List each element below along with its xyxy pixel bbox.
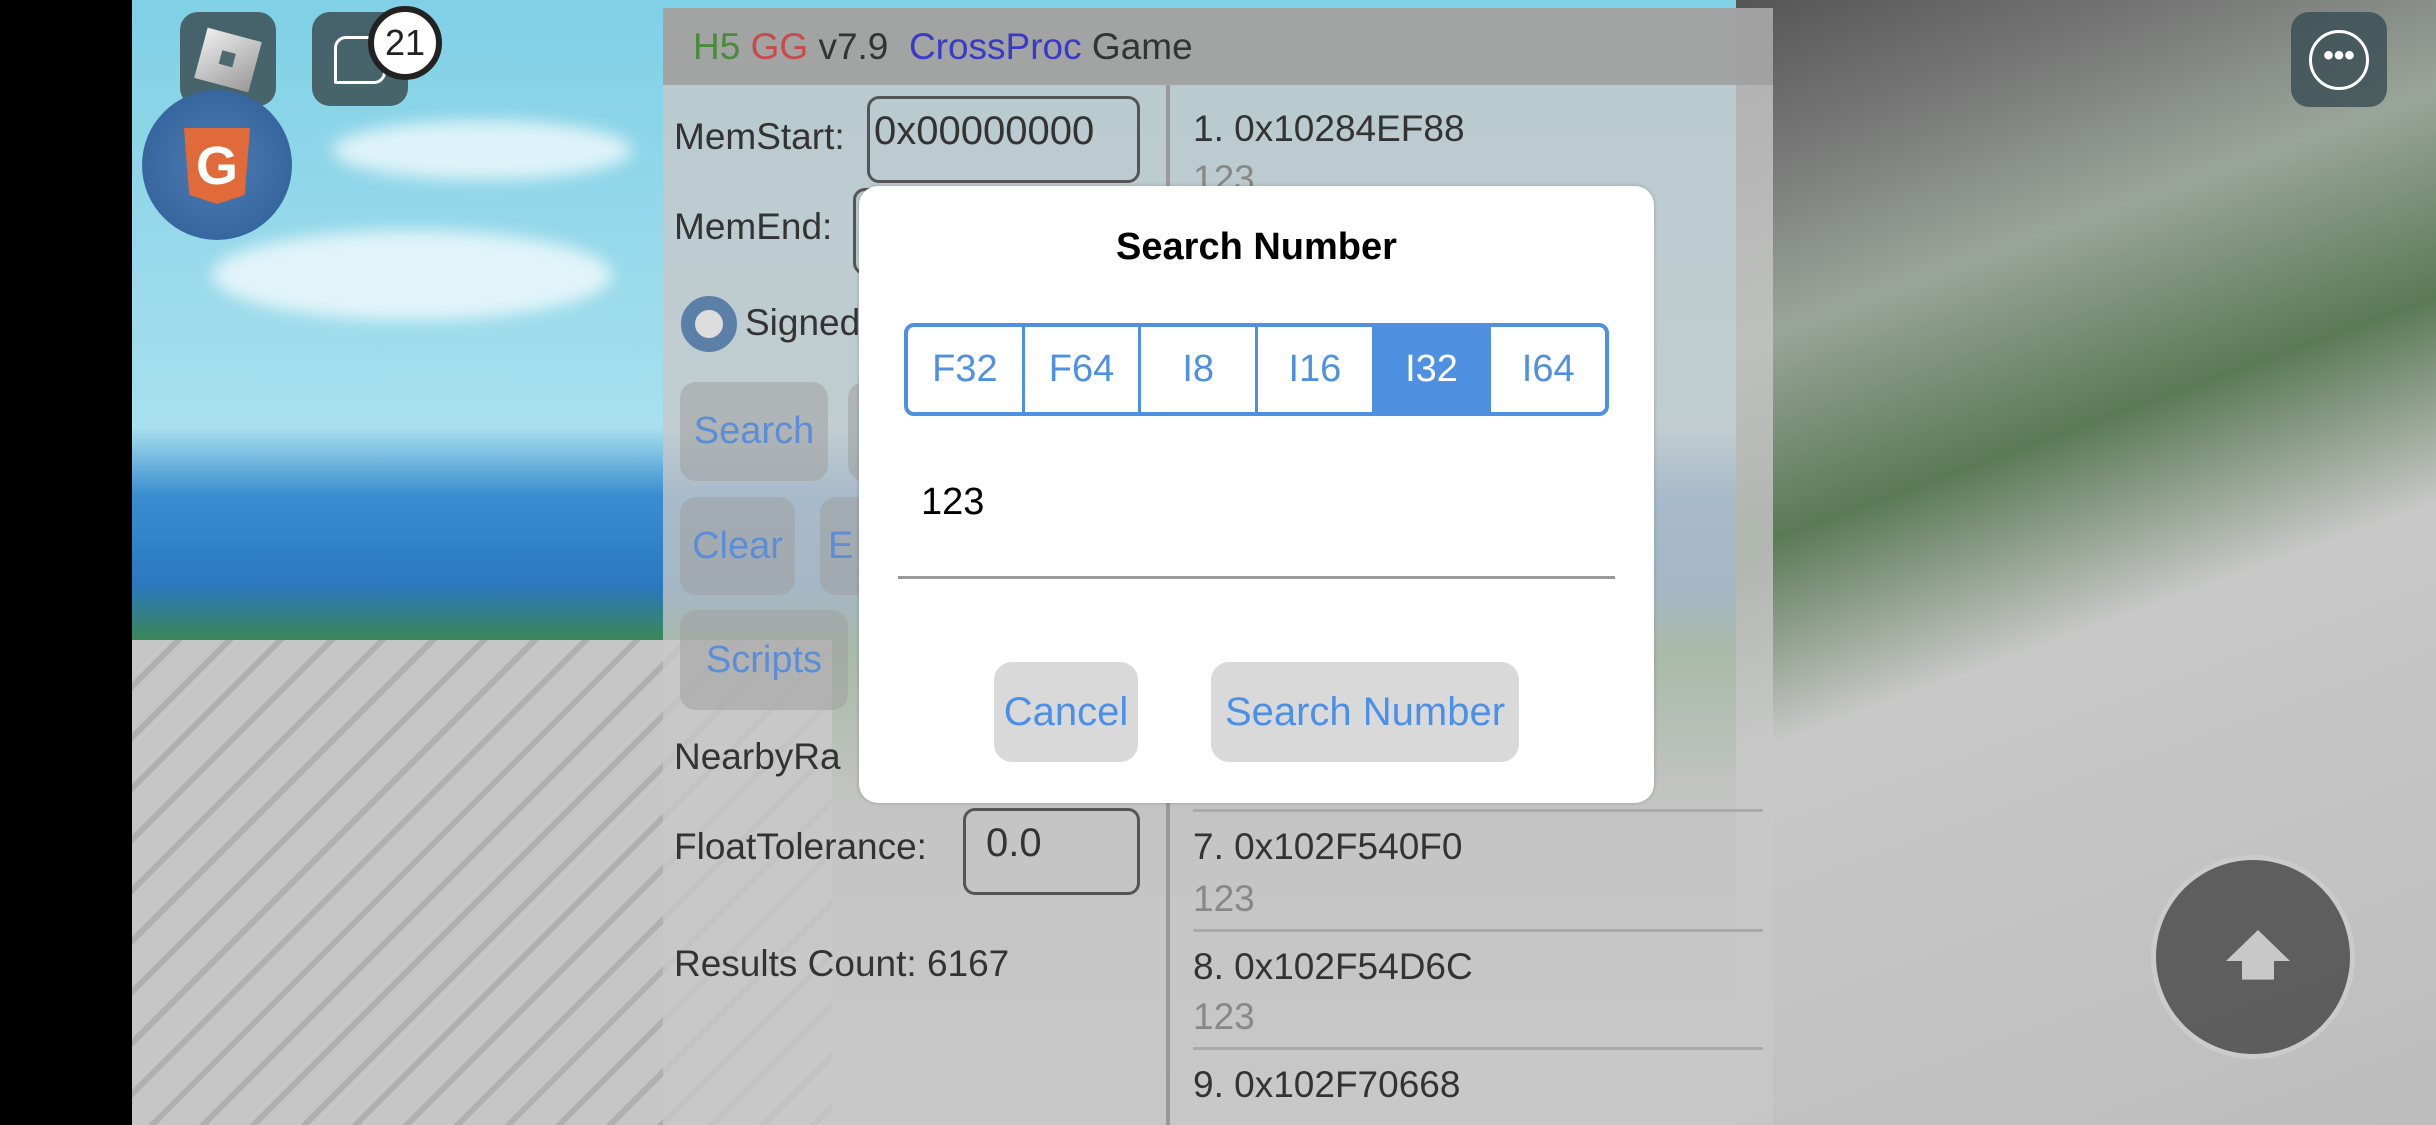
results-count: Results Count: 6167 (674, 943, 1010, 984)
more-button[interactable]: ••• (2291, 12, 2387, 107)
more-icon: ••• (2309, 30, 2369, 90)
h5gg-logo-icon[interactable]: G (142, 90, 292, 240)
result-value: 123 (1193, 878, 1255, 919)
type-i64[interactable]: I64 (1491, 327, 1605, 412)
type-i16[interactable]: I16 (1258, 327, 1375, 412)
title-game: Game (1091, 26, 1193, 67)
cancel-button[interactable]: Cancel (994, 662, 1138, 762)
type-segmented-control: F32 F64 I8 I16 I32 I64 (904, 323, 1609, 416)
type-i32[interactable]: I32 (1374, 327, 1492, 412)
scripts-button[interactable]: Scripts (680, 610, 848, 710)
result-address[interactable]: 7. 0x102F540F0 (1193, 826, 1462, 868)
memstart-input[interactable]: 0x00000000 (867, 96, 1140, 183)
dialog-title: Search Number (1116, 226, 1397, 268)
jump-button[interactable] (2151, 855, 2355, 1059)
type-f32[interactable]: F32 (908, 327, 1025, 412)
title-h5: H5 (693, 26, 741, 67)
float-tolerance-label: FloatTolerance: (674, 826, 927, 867)
jump-icon (2226, 930, 2290, 980)
search-number-dialog: Search Number F32 F64 I8 I16 I32 I64 123… (859, 186, 1654, 803)
cloud (212, 230, 612, 320)
panel-header: H5 GG v7.9 CrossProc Game (663, 8, 1773, 85)
roblox-menu-icon (194, 27, 262, 93)
title-version: v7.9 (818, 26, 889, 67)
memend-label: MemEnd: (674, 206, 833, 247)
title-crossproc: CrossProc (908, 26, 1082, 67)
title-gg: GG (750, 26, 809, 67)
signed-radio[interactable] (681, 296, 737, 352)
float-tolerance-input[interactable]: 0.0 (963, 808, 1140, 895)
search-button[interactable]: Search (680, 382, 828, 481)
result-value: 123 (1193, 996, 1255, 1037)
result-separator (1193, 1047, 1763, 1050)
signed-label: Signed (745, 302, 861, 343)
memstart-label: MemStart: (674, 116, 845, 157)
type-i8[interactable]: I8 (1141, 327, 1259, 412)
result-separator (1193, 809, 1763, 812)
type-f64[interactable]: F64 (1025, 327, 1142, 412)
result-separator (1193, 929, 1763, 932)
clear-button[interactable]: Clear (680, 497, 795, 595)
result-address[interactable]: 8. 0x102F54D6C (1193, 946, 1473, 988)
input-underline (898, 576, 1615, 579)
cloud (332, 120, 632, 180)
chat-badge: 21 (368, 6, 442, 80)
nearby-range-label: NearbyRa (674, 736, 841, 777)
result-address[interactable]: 9. 0x102F70668 (1193, 1064, 1460, 1106)
number-input[interactable]: 123 (921, 481, 984, 524)
result-address[interactable]: 1. 0x10284EF88 (1193, 108, 1465, 150)
search-number-button[interactable]: Search Number (1211, 662, 1519, 762)
